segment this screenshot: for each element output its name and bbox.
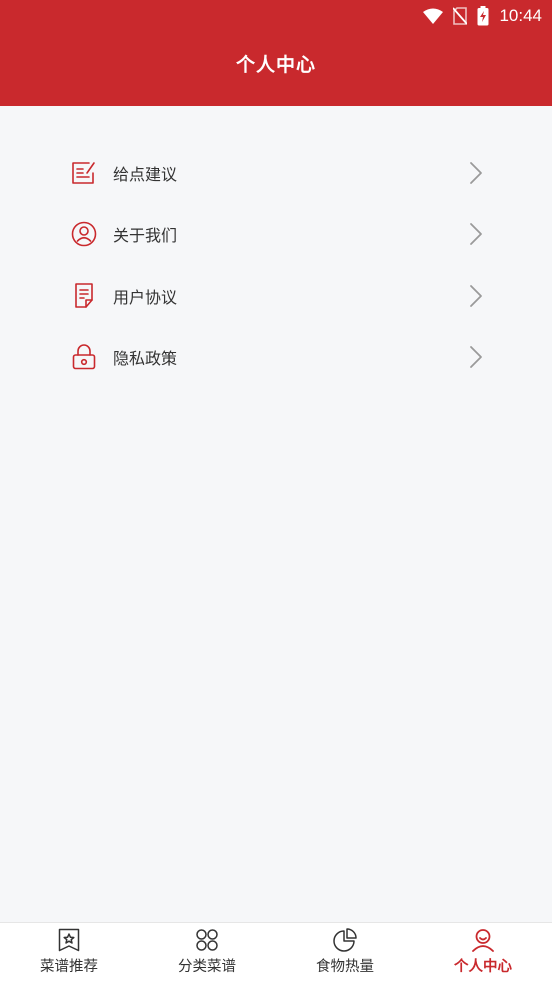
- feedback-icon: [70, 159, 98, 187]
- menu-item-privacy-policy[interactable]: 隐私政策: [0, 327, 552, 389]
- lock-icon: [70, 343, 98, 371]
- user-circle-icon: [70, 220, 98, 248]
- menu-item-label: 隐私政策: [113, 349, 178, 369]
- header-bar: 10:44 个人中心: [0, 0, 552, 106]
- menu-item-feedback[interactable]: 给点建议: [0, 142, 552, 204]
- person-icon: [471, 928, 495, 952]
- no-sim-icon: [453, 7, 468, 25]
- tab-label: 菜谱推荐: [40, 959, 98, 975]
- settings-menu: 给点建议 关于我们 用户协议 隐私政策: [0, 142, 552, 388]
- status-time: 10:44: [499, 6, 542, 25]
- menu-item-label: 用户协议: [113, 287, 178, 307]
- tab-personal-center[interactable]: 个人中心: [414, 923, 552, 982]
- status-bar: 10:44: [0, 0, 552, 32]
- menu-item-user-agreement[interactable]: 用户协议: [0, 265, 552, 327]
- wifi-icon: [423, 8, 444, 24]
- tab-category-recipes[interactable]: 分类菜谱: [138, 923, 276, 982]
- tab-label: 分类菜谱: [178, 959, 236, 975]
- chevron-right-icon: [466, 160, 486, 186]
- pie-chart-icon: [333, 928, 357, 952]
- tab-food-calories[interactable]: 食物热量: [276, 923, 414, 982]
- bottom-tab-bar: 菜谱推荐 分类菜谱 食物热量 个人中心: [0, 922, 552, 982]
- tab-recipe-recommend[interactable]: 菜谱推荐: [0, 923, 138, 982]
- bookmark-star-icon: [57, 928, 81, 952]
- chevron-right-icon: [466, 283, 486, 309]
- document-icon: [70, 282, 98, 310]
- tab-label: 食物热量: [316, 959, 374, 975]
- page-title: 个人中心: [235, 54, 316, 76]
- menu-item-about[interactable]: 关于我们: [0, 204, 552, 266]
- menu-item-label: 给点建议: [113, 164, 178, 184]
- tab-label: 个人中心: [454, 959, 512, 975]
- grid-icon: [195, 928, 219, 952]
- chevron-right-icon: [466, 344, 486, 370]
- menu-item-label: 关于我们: [113, 226, 178, 246]
- chevron-right-icon: [466, 221, 486, 247]
- battery-charging-icon: [477, 6, 489, 26]
